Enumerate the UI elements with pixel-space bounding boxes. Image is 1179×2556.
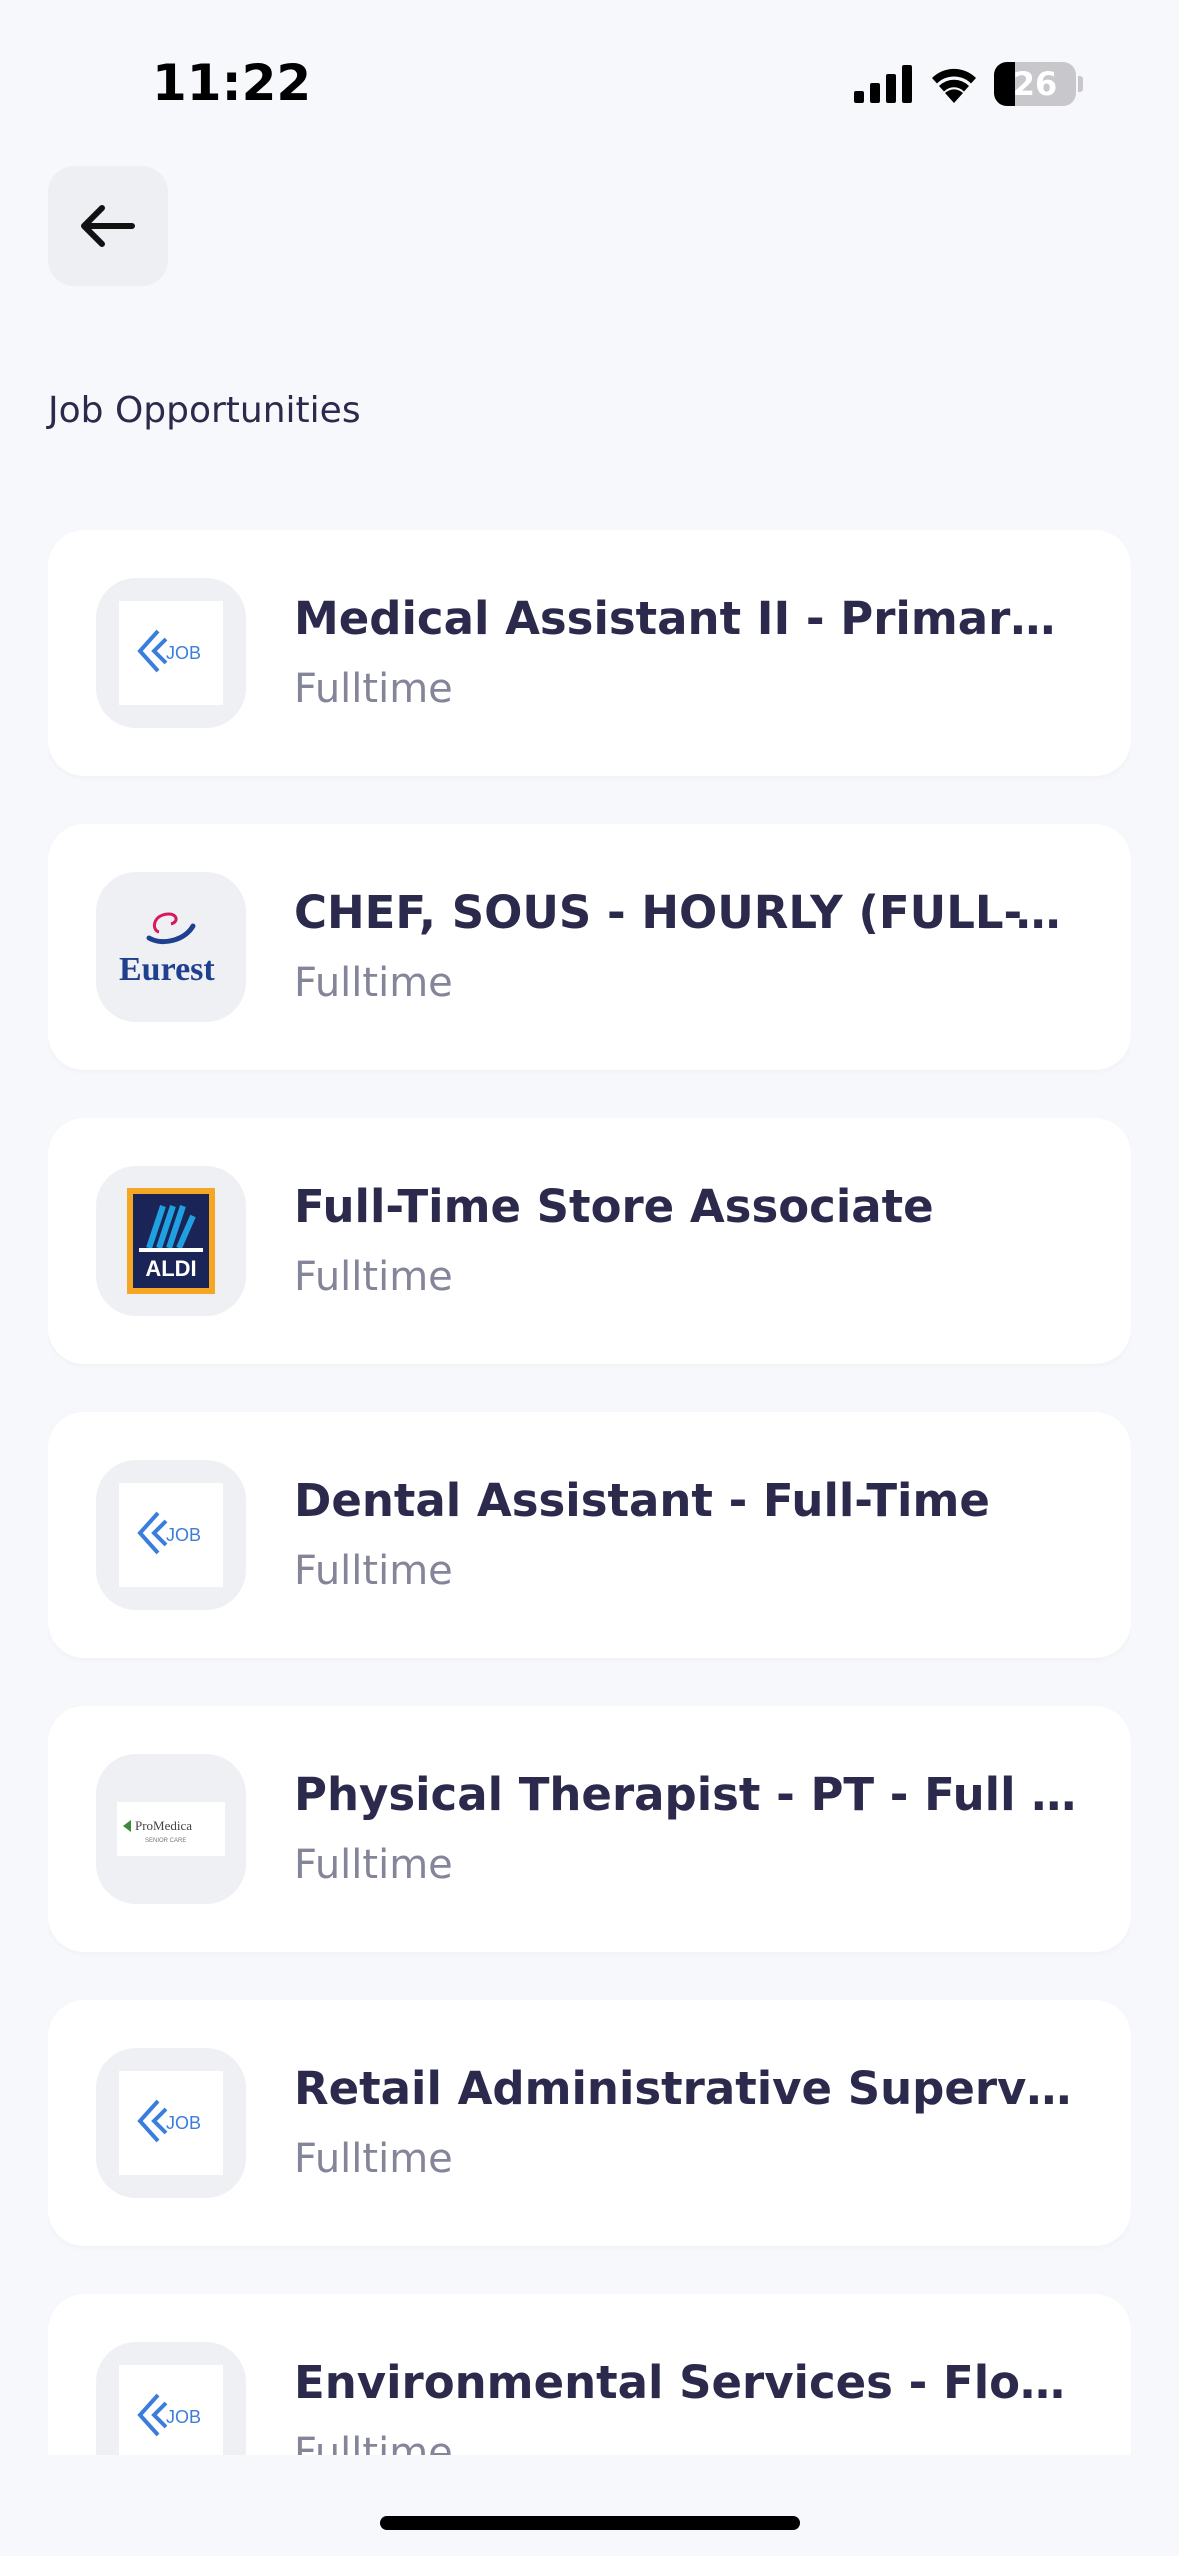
job-title: Retail Administrative Supervis… [294,2062,1084,2115]
aldi-logo-icon: ALDI [127,1188,215,1294]
job-type: Fulltime [294,1842,453,1888]
job-title: Environmental Services - Floo… [294,2356,1084,2409]
job-list[interactable]: JOB Medical Assistant II - Primary… Full… [48,530,1131,2455]
status-bar: 11:22 26 [0,0,1179,150]
company-logo: JOB [96,2048,246,2198]
job-card[interactable]: JOB Medical Assistant II - Primary… Full… [48,530,1131,776]
job-title: CHEF, SOUS - HOURLY (FULL-TI… [294,886,1084,939]
job-title: Medical Assistant II - Primary… [294,592,1084,645]
job-title: Dental Assistant - Full-Time [294,1474,990,1527]
back-button[interactable] [48,166,168,286]
job-type: Fulltime [294,2430,453,2455]
company-logo: JOB [96,2342,246,2455]
wifi-icon [932,68,976,103]
job-title: Physical Therapist - PT - Full T… [294,1768,1084,1821]
job-type: Fulltime [294,2136,453,2182]
svg-text:JOB: JOB [166,1525,201,1545]
svg-text:ALDI: ALDI [145,1256,196,1281]
job-card[interactable]: ProMedica SENIOR CARE Physical Therapist… [48,1706,1131,1952]
home-indicator[interactable] [380,2516,800,2530]
job-logo-icon: JOB [137,2099,201,2143]
svg-text:JOB: JOB [166,643,201,663]
job-type: Fulltime [294,666,453,712]
svg-text:JOB: JOB [166,2113,201,2133]
company-logo: Eurest [96,872,246,1022]
company-logo: ALDI [96,1166,246,1316]
status-icons: 26 [854,62,1083,106]
job-card[interactable]: JOB Dental Assistant - Full-Time Fulltim… [48,1412,1131,1658]
promedica-logo-icon: ProMedica SENIOR CARE [117,1802,225,1856]
svg-text:JOB: JOB [166,2407,201,2427]
svg-text:ProMedica: ProMedica [135,1818,192,1833]
battery-level: 26 [1012,65,1058,103]
svg-text:SENIOR CARE: SENIOR CARE [145,1838,186,1844]
job-card[interactable]: Eurest CHEF, SOUS - HOURLY (FULL-TI… Ful… [48,824,1131,1070]
job-card[interactable]: JOB Retail Administrative Supervis… Full… [48,2000,1131,2246]
job-card[interactable]: ALDI Full-Time Store Associate Fulltime [48,1118,1131,1364]
company-logo: ProMedica SENIOR CARE [96,1754,246,1904]
page-title: Job Opportunities [48,390,361,431]
job-card[interactable]: JOB Environmental Services - Floo… Fullt… [48,2294,1131,2455]
company-logo: JOB [96,1460,246,1610]
job-logo-icon: JOB [137,629,201,673]
job-logo-icon: JOB [137,1511,201,1555]
job-type: Fulltime [294,1548,453,1594]
arrow-left-icon [81,205,135,247]
job-logo-icon: JOB [137,2393,201,2437]
job-title: Full-Time Store Associate [294,1180,934,1233]
battery-icon: 26 [994,62,1076,106]
cellular-signal-icon [854,65,912,103]
job-type: Fulltime [294,960,453,1006]
eurest-logo-icon: Eurest [119,912,215,988]
status-time: 11:22 [152,54,312,112]
svg-text:Eurest: Eurest [119,951,215,988]
company-logo: JOB [96,578,246,728]
job-type: Fulltime [294,1254,453,1300]
